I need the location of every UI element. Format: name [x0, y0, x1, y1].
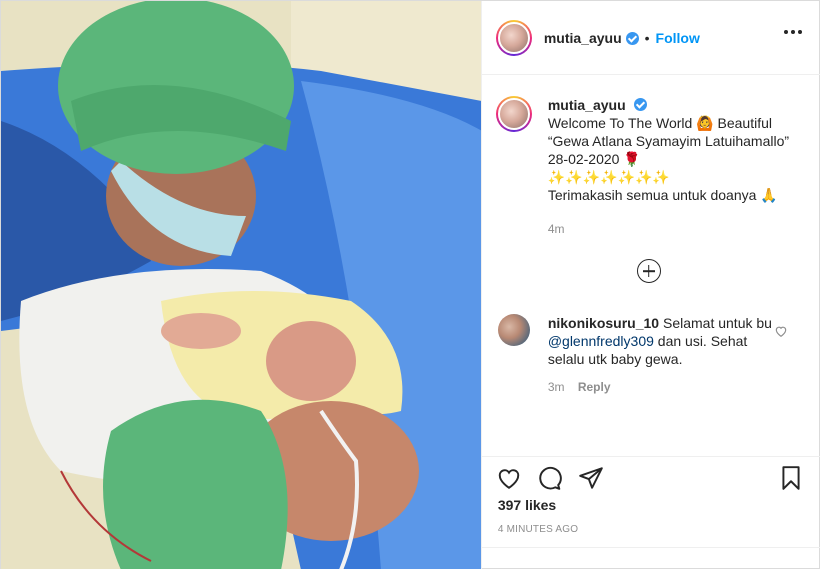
- post-side-panel: mutia_ayuu • Follow mutia_ayuu Welcome T…: [480, 1, 820, 569]
- avatar[interactable]: [497, 98, 530, 130]
- post-photo[interactable]: [1, 1, 481, 569]
- comment-mention-link[interactable]: @glennfredly309: [548, 333, 654, 349]
- separator-dot: •: [644, 29, 650, 46]
- comment-username[interactable]: nikonikosuru_10: [548, 315, 659, 331]
- plus-circle-icon[interactable]: [636, 259, 661, 283]
- caption: mutia_ayuu Welcome To The World 🙆 Beauti…: [495, 96, 798, 238]
- comment-meta: 3m Reply: [548, 378, 774, 396]
- reply-button[interactable]: Reply: [578, 380, 611, 394]
- caption-story-ring[interactable]: [495, 96, 532, 132]
- post-header: mutia_ayuu • Follow: [481, 1, 820, 75]
- caption-timestamp[interactable]: 4m: [548, 220, 798, 238]
- comment-timestamp[interactable]: 3m: [548, 380, 565, 394]
- follow-button[interactable]: Follow: [656, 30, 700, 46]
- caption-line: Welcome To The World 🙆 Beautiful: [547, 115, 772, 131]
- newborn-photo-illustration: [1, 1, 481, 569]
- comment-item: nikonikosuru_10 Selamat untuk bu @glennf…: [497, 314, 774, 396]
- caption-line: 28-02-2020 🌹: [547, 151, 641, 167]
- instagram-post: mutia_ayuu • Follow mutia_ayuu Welcome T…: [0, 0, 820, 569]
- caption-line: “Gewa Atlana Syamayim Latuihamallo”: [547, 133, 790, 149]
- commenter-avatar[interactable]: [497, 314, 530, 346]
- story-ring[interactable]: [495, 19, 532, 56]
- post-timestamp[interactable]: 4 MINUTES AGO: [498, 524, 578, 535]
- header-username[interactable]: mutia_ayuu: [544, 30, 622, 46]
- comments-section[interactable]: mutia_ayuu Welcome To The World 🙆 Beauti…: [482, 76, 820, 456]
- caption-line: Terimakasih semua untuk doanya 🙏: [547, 187, 778, 203]
- avatar[interactable]: [497, 21, 530, 54]
- likes-count[interactable]: 397 likes: [498, 497, 556, 513]
- comment-text: Selamat untuk bu: [662, 315, 772, 331]
- caption-username[interactable]: mutia_ayuu: [548, 97, 626, 113]
- send-icon[interactable]: [578, 465, 604, 491]
- comment-body: nikonikosuru_10 Selamat untuk bu @glennf…: [548, 314, 774, 396]
- comment-heart-icon[interactable]: [774, 324, 788, 338]
- caption-body: mutia_ayuu Welcome To The World 🙆 Beauti…: [548, 96, 798, 238]
- heart-icon[interactable]: [496, 465, 522, 491]
- comment-icon[interactable]: [536, 465, 562, 491]
- add-comment-bar[interactable]: [481, 547, 820, 569]
- post-actions: 397 likes 4 MINUTES AGO: [481, 456, 820, 569]
- caption-line: ✨✨✨✨✨✨✨: [547, 169, 670, 185]
- bookmark-icon[interactable]: [778, 465, 804, 491]
- more-horizontal-icon[interactable]: [783, 30, 802, 34]
- verified-badge-icon: [633, 98, 647, 111]
- verified-badge-icon: [625, 32, 639, 45]
